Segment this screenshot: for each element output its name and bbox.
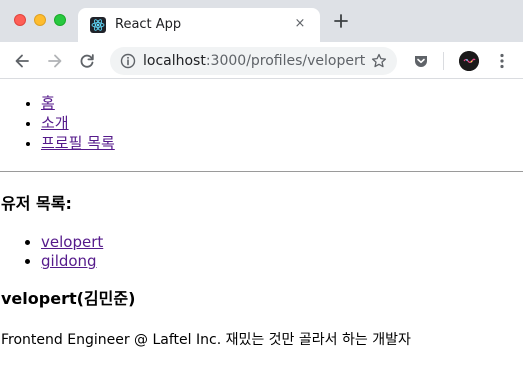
users-heading: 유저 목록: xyxy=(1,194,72,213)
page-content: 홈 소개 프로필 목록 유저 목록: velopert gildong velo… xyxy=(0,80,523,369)
divider xyxy=(0,171,523,172)
react-logo-icon xyxy=(90,17,106,33)
back-arrow-icon[interactable] xyxy=(13,52,31,70)
nav-link-home[interactable]: 홈 xyxy=(41,94,55,112)
tab-title: React App xyxy=(115,17,182,32)
nav-link-profiles[interactable]: 프로필 목록 xyxy=(41,134,115,152)
profile-name: velopert(김민준) xyxy=(1,289,136,308)
nav-link-about[interactable]: 소개 xyxy=(41,114,69,132)
user-link-velopert[interactable]: velopert xyxy=(41,233,103,251)
nav-item-profiles: 프로필 목록 xyxy=(41,133,115,153)
reload-icon[interactable] xyxy=(78,52,96,70)
address-url: localhost:3000/profiles/velopert xyxy=(143,53,365,69)
pocket-extension-icon[interactable] xyxy=(413,53,429,69)
new-tab-icon[interactable] xyxy=(333,13,349,29)
address-host: localhost xyxy=(143,53,206,69)
toolbar-divider xyxy=(443,52,444,70)
window-minimize-button[interactable] xyxy=(34,14,46,26)
nav-item-about: 소개 xyxy=(41,113,115,133)
window-maximize-button[interactable] xyxy=(54,14,66,26)
address-path: :3000/profiles/velopert xyxy=(205,53,366,69)
bookmark-star-icon[interactable] xyxy=(371,53,387,69)
tab-strip: React App × xyxy=(0,0,523,42)
user-link-gildong[interactable]: gildong xyxy=(41,252,97,270)
user-list: velopert gildong xyxy=(41,233,103,271)
profile-bio: Frontend Engineer @ Laftel Inc. 재밌는 것만 골… xyxy=(1,332,411,348)
list-item: gildong xyxy=(41,252,103,271)
more-menu-icon[interactable] xyxy=(494,52,510,70)
list-item: velopert xyxy=(41,233,103,252)
browser-tab[interactable]: React App × xyxy=(78,8,320,42)
address-bar[interactable]: localhost:3000/profiles/velopert xyxy=(110,47,397,75)
tab-close-icon[interactable]: × xyxy=(292,16,308,32)
forward-arrow-icon[interactable] xyxy=(46,52,64,70)
nav-item-home: 홈 xyxy=(41,93,115,113)
profile-avatar[interactable] xyxy=(459,51,479,71)
site-info-icon[interactable] xyxy=(120,53,136,69)
browser-toolbar: localhost:3000/profiles/velopert xyxy=(0,42,523,79)
main-nav: 홈 소개 프로필 목록 xyxy=(41,93,115,153)
window-close-button[interactable] xyxy=(14,14,26,26)
